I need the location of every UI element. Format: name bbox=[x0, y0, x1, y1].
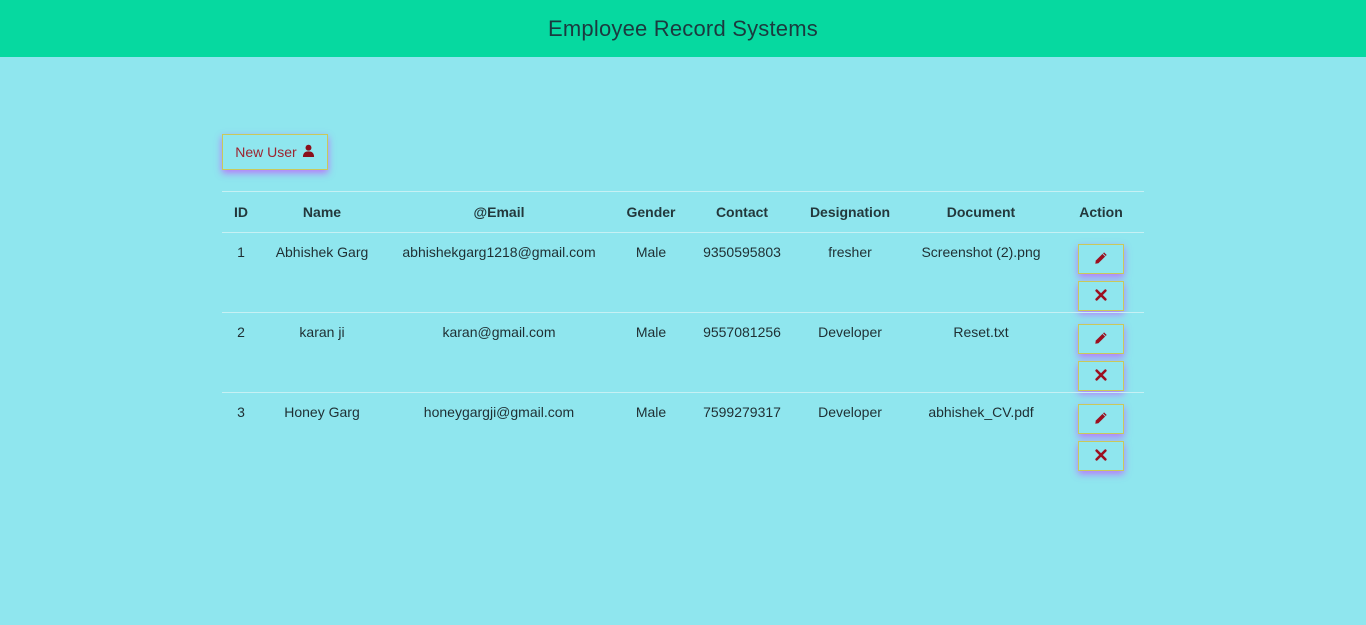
pencil-icon bbox=[1094, 251, 1108, 268]
cell-document: Reset.txt bbox=[904, 312, 1058, 393]
pencil-icon bbox=[1094, 411, 1108, 428]
column-header-action: Action bbox=[1058, 191, 1144, 233]
table-row: 2 karan ji karan@gmail.com Male 95570812… bbox=[222, 312, 1144, 393]
table-header-row: ID Name @Email Gender Contact Designatio… bbox=[222, 191, 1144, 233]
close-icon bbox=[1094, 288, 1108, 305]
close-icon bbox=[1094, 368, 1108, 385]
new-user-label: New User bbox=[235, 144, 297, 160]
cell-name: karan ji bbox=[260, 312, 384, 393]
page-title: Employee Record Systems bbox=[548, 15, 818, 41]
cell-email: honeygargji@gmail.com bbox=[423, 404, 575, 420]
cell-email: abhishekgarg1218@gmail.com bbox=[384, 232, 614, 313]
employee-table: ID Name @Email Gender Contact Designatio… bbox=[222, 191, 1144, 472]
cell-name: Honey Garg bbox=[284, 404, 360, 420]
column-header-contact: Contact bbox=[688, 191, 796, 233]
pencil-icon bbox=[1094, 331, 1108, 348]
cell-document: Screenshot (2).png bbox=[904, 232, 1058, 313]
cell-contact: 9557081256 bbox=[688, 312, 796, 393]
column-header-document: Document bbox=[904, 191, 1058, 233]
cell-actions bbox=[1058, 232, 1144, 313]
table-row: 1 Abhishek Garg abhishekgarg1218@gmail.c… bbox=[222, 232, 1144, 313]
cell-designation: fresher bbox=[796, 232, 904, 313]
delete-button[interactable] bbox=[1078, 281, 1124, 311]
cell-contact: 9350595803 bbox=[688, 232, 796, 313]
user-icon bbox=[302, 144, 315, 160]
column-header-gender: Gender bbox=[614, 191, 688, 233]
cell-name: Abhishek Garg bbox=[260, 232, 384, 313]
column-header-id: ID bbox=[222, 191, 260, 233]
cell-gender: Male bbox=[614, 312, 688, 393]
column-header-email: @Email bbox=[384, 191, 614, 233]
column-header-designation: Designation bbox=[796, 191, 904, 233]
cell-gender: Male bbox=[614, 232, 688, 313]
cell-actions bbox=[1058, 393, 1144, 473]
table-row: 3 Honey Garg honeygargji@gmail.com Male … bbox=[222, 393, 1144, 473]
edit-button[interactable] bbox=[1078, 404, 1124, 434]
cell-actions bbox=[1058, 312, 1144, 393]
cell-id: 2 bbox=[222, 312, 260, 393]
cell-document: abhishek_CV.pdf bbox=[928, 404, 1034, 420]
cell-email: karan@gmail.com bbox=[384, 312, 614, 393]
column-header-name: Name bbox=[260, 191, 384, 233]
cell-designation: Developer bbox=[796, 312, 904, 393]
cell-designation: Developer bbox=[818, 404, 882, 420]
edit-button[interactable] bbox=[1078, 324, 1124, 354]
close-icon bbox=[1094, 448, 1108, 465]
cell-id: 3 bbox=[237, 404, 245, 420]
edit-button[interactable] bbox=[1078, 244, 1124, 274]
cell-id: 1 bbox=[222, 232, 260, 313]
delete-button[interactable] bbox=[1078, 441, 1124, 471]
delete-button[interactable] bbox=[1078, 361, 1124, 391]
cell-contact: 7599279317 bbox=[703, 404, 781, 420]
new-user-button[interactable]: New User bbox=[222, 134, 328, 170]
app-header: Employee Record Systems bbox=[0, 0, 1366, 57]
cell-gender: Male bbox=[635, 404, 667, 420]
